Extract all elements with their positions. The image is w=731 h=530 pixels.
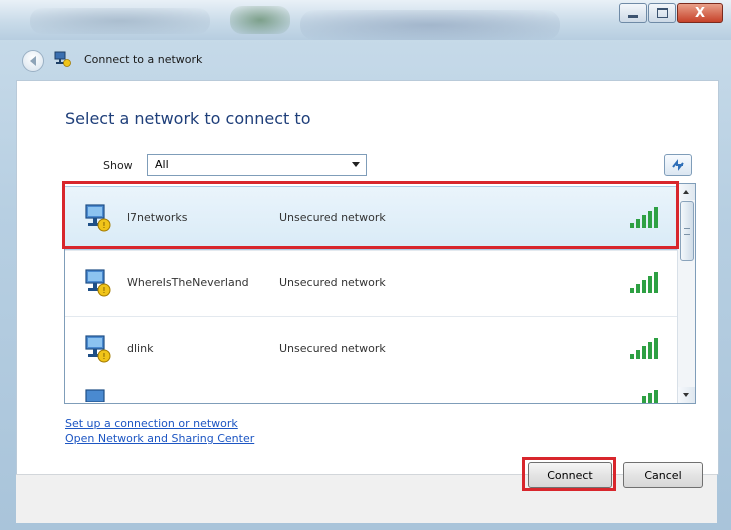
signal-strength-icon xyxy=(630,207,658,228)
chevron-down-icon xyxy=(352,162,360,167)
scroll-thumb[interactable] xyxy=(680,201,694,261)
network-security: Unsecured network xyxy=(279,342,386,355)
row-divider xyxy=(65,316,677,317)
cancel-button[interactable]: Cancel xyxy=(623,462,703,488)
scroll-up-button[interactable] xyxy=(678,184,695,200)
window-title: Connect to a network xyxy=(84,53,203,66)
show-filter-dropdown[interactable]: All xyxy=(147,154,367,176)
maximize-icon xyxy=(656,8,668,18)
network-sharing-center-link[interactable]: Open Network and Sharing Center xyxy=(65,432,254,445)
network-row[interactable]: ! WhereIsTheNeverland Unsecured network xyxy=(65,252,677,314)
aero-glass-blur xyxy=(300,10,560,40)
connect-button[interactable]: Connect xyxy=(528,462,612,488)
aero-glass-blur xyxy=(230,6,290,34)
connect-dialog-window: X Connect to a network Select a network … xyxy=(0,0,731,530)
vertical-scrollbar[interactable] xyxy=(677,184,695,403)
refresh-button[interactable] xyxy=(664,154,692,176)
network-list[interactable]: ! l7networks Unsecured network ! WhereIs… xyxy=(64,183,696,404)
network-security: Unsecured network xyxy=(279,211,386,224)
network-icon: ! xyxy=(85,335,111,363)
setup-connection-link[interactable]: Set up a connection or network xyxy=(65,417,238,430)
network-name: WhereIsTheNeverland xyxy=(127,276,249,289)
title-bar[interactable]: X xyxy=(0,0,731,40)
network-icon xyxy=(54,51,71,67)
network-name: l7networks xyxy=(127,211,188,224)
network-icon: ! xyxy=(85,204,111,232)
row-divider xyxy=(65,250,677,251)
scroll-down-button[interactable] xyxy=(678,387,695,403)
show-filter-value: All xyxy=(155,158,169,171)
close-icon: X xyxy=(694,5,706,21)
signal-strength-icon xyxy=(630,338,658,359)
svg-text:!: ! xyxy=(102,221,105,230)
minimize-icon xyxy=(628,14,638,18)
svg-text:!: ! xyxy=(102,286,105,295)
svg-text:!: ! xyxy=(102,352,105,361)
refresh-icon xyxy=(672,159,684,171)
back-button[interactable] xyxy=(22,50,44,72)
signal-strength-icon xyxy=(642,390,658,403)
network-name: dlink xyxy=(127,342,154,355)
network-icon: ! xyxy=(85,269,111,297)
show-label: Show xyxy=(103,159,133,172)
page-heading: Select a network to connect to xyxy=(65,109,311,128)
close-button[interactable]: X xyxy=(677,3,723,23)
network-row[interactable]: ! dlink Unsecured network xyxy=(65,318,677,380)
network-row[interactable]: ! l7networks Unsecured network xyxy=(65,186,677,250)
network-icon xyxy=(85,389,105,402)
minimize-button[interactable] xyxy=(619,3,647,23)
caption-buttons: X xyxy=(619,3,723,23)
signal-strength-icon xyxy=(630,272,658,293)
maximize-button[interactable] xyxy=(648,3,676,23)
network-security: Unsecured network xyxy=(279,276,386,289)
aero-glass-blur xyxy=(30,8,210,34)
content-pane: Select a network to connect to Show All xyxy=(16,80,719,475)
